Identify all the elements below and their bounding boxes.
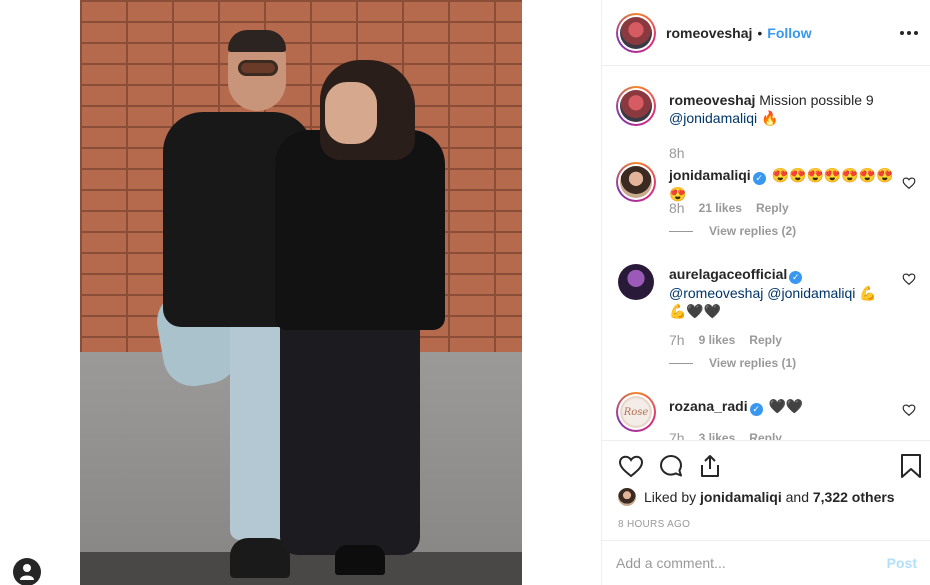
view-replies-label: View replies (2) [709, 224, 797, 238]
comments-list: romeoveshaj Mission possible 9 @jonidama… [602, 66, 930, 440]
man-hair [228, 30, 286, 52]
likes-joiner: and [785, 489, 809, 505]
caption-mention[interactable]: @jonidamaliqi [669, 110, 757, 126]
comment-username[interactable]: jonidamaliqi [669, 167, 751, 183]
view-replies-button[interactable]: View replies (2) [669, 224, 796, 238]
man-sunglasses [238, 60, 278, 76]
caption-avatar[interactable] [616, 86, 656, 126]
comment-item: jonidamaliqi ✓ 😍😍😍😍😍😍😍😍 8h 21 likes Reply… [616, 162, 916, 242]
verified-icon: ✓ [749, 403, 763, 416]
reply-button[interactable]: Reply [756, 200, 789, 217]
woman-body [275, 130, 445, 330]
caption-time[interactable]: 8h [669, 145, 685, 161]
comment-text: 🖤🖤 [768, 398, 804, 414]
caption-username[interactable]: romeoveshaj [669, 92, 755, 108]
caption-emoji: 🔥 [761, 110, 779, 126]
comment-likes[interactable]: 9 likes [699, 332, 736, 349]
comment-mentions[interactable]: @romeoveshaj @jonidamaliqi [669, 285, 855, 301]
comment-likes[interactable]: 3 likes [699, 430, 736, 440]
heart-icon[interactable] [618, 453, 644, 479]
post-actions: Liked by jonidamaliqi and 7,322 others 8… [602, 440, 930, 540]
woman-shoe [335, 545, 385, 575]
follow-button[interactable]: Follow [767, 25, 811, 41]
heart-icon[interactable] [902, 272, 916, 286]
woman-face [325, 82, 377, 144]
instagram-post-modal: romeoveshaj • Follow romeoveshaj Mission… [0, 0, 930, 585]
view-replies-label: View replies (1) [709, 356, 797, 370]
caption-text: Mission possible 9 [759, 92, 874, 108]
commenter-avatar[interactable]: Rose [616, 392, 656, 432]
comment-username[interactable]: aurelagaceofficial [669, 266, 787, 282]
reply-button[interactable]: Reply [749, 332, 782, 349]
comment-emoji-1: 💪 [859, 285, 877, 301]
comment-icon[interactable] [658, 453, 684, 479]
ground [80, 552, 522, 585]
comment-time[interactable]: 7h [669, 430, 685, 440]
comment-username[interactable]: rozana_radi [669, 398, 748, 414]
share-icon[interactable] [697, 453, 723, 479]
post-details-pane: romeoveshaj • Follow romeoveshaj Mission… [601, 0, 930, 585]
photo-pane [0, 0, 601, 585]
liker-avatar[interactable] [618, 488, 636, 506]
post-timestamp[interactable]: 8 HOURS AGO [618, 519, 690, 530]
header-separator: • [757, 24, 763, 41]
author-username[interactable]: romeoveshaj [666, 25, 752, 41]
rozana-avatar-text: Rose [620, 396, 652, 428]
commenter-avatar[interactable] [616, 262, 656, 302]
heart-icon[interactable] [902, 176, 916, 190]
post-header: romeoveshaj • Follow [602, 0, 930, 66]
more-icon[interactable] [897, 22, 921, 44]
post-button[interactable]: Post [887, 555, 917, 571]
verified-icon: ✓ [789, 271, 803, 284]
reply-button[interactable]: Reply [749, 430, 782, 440]
post-photo [80, 0, 522, 585]
view-replies-button[interactable]: View replies (1) [669, 356, 796, 370]
comment-time[interactable]: 7h [669, 332, 685, 349]
commenter-avatar[interactable] [616, 162, 656, 202]
author-avatar[interactable] [616, 12, 656, 53]
likes-user[interactable]: jonidamaliqi [700, 489, 782, 505]
comment-item: aurelagaceofficial ✓ @romeoveshaj @jonida… [616, 262, 916, 382]
comment-likes[interactable]: 21 likes [699, 200, 742, 217]
comment-input[interactable] [616, 555, 887, 571]
comment-time[interactable]: 8h [669, 200, 685, 217]
comment-item: Rose rozana_radi ✓ 🖤🖤 7h 3 likes Reply [616, 392, 916, 440]
likes-prefix: Liked by [644, 489, 697, 505]
comment-composer: Post [602, 540, 930, 585]
bookmark-icon[interactable] [898, 453, 924, 479]
likes-summary: Liked by jonidamaliqi and 7,322 others [618, 488, 895, 506]
heart-icon[interactable] [902, 403, 916, 417]
comment-emoji-2: 💪🖤🖤 [669, 303, 722, 319]
profile-icon[interactable] [13, 558, 41, 585]
likes-others[interactable]: 7,322 others [813, 489, 895, 505]
man-leg-right [230, 320, 285, 540]
verified-icon: ✓ [752, 172, 766, 185]
